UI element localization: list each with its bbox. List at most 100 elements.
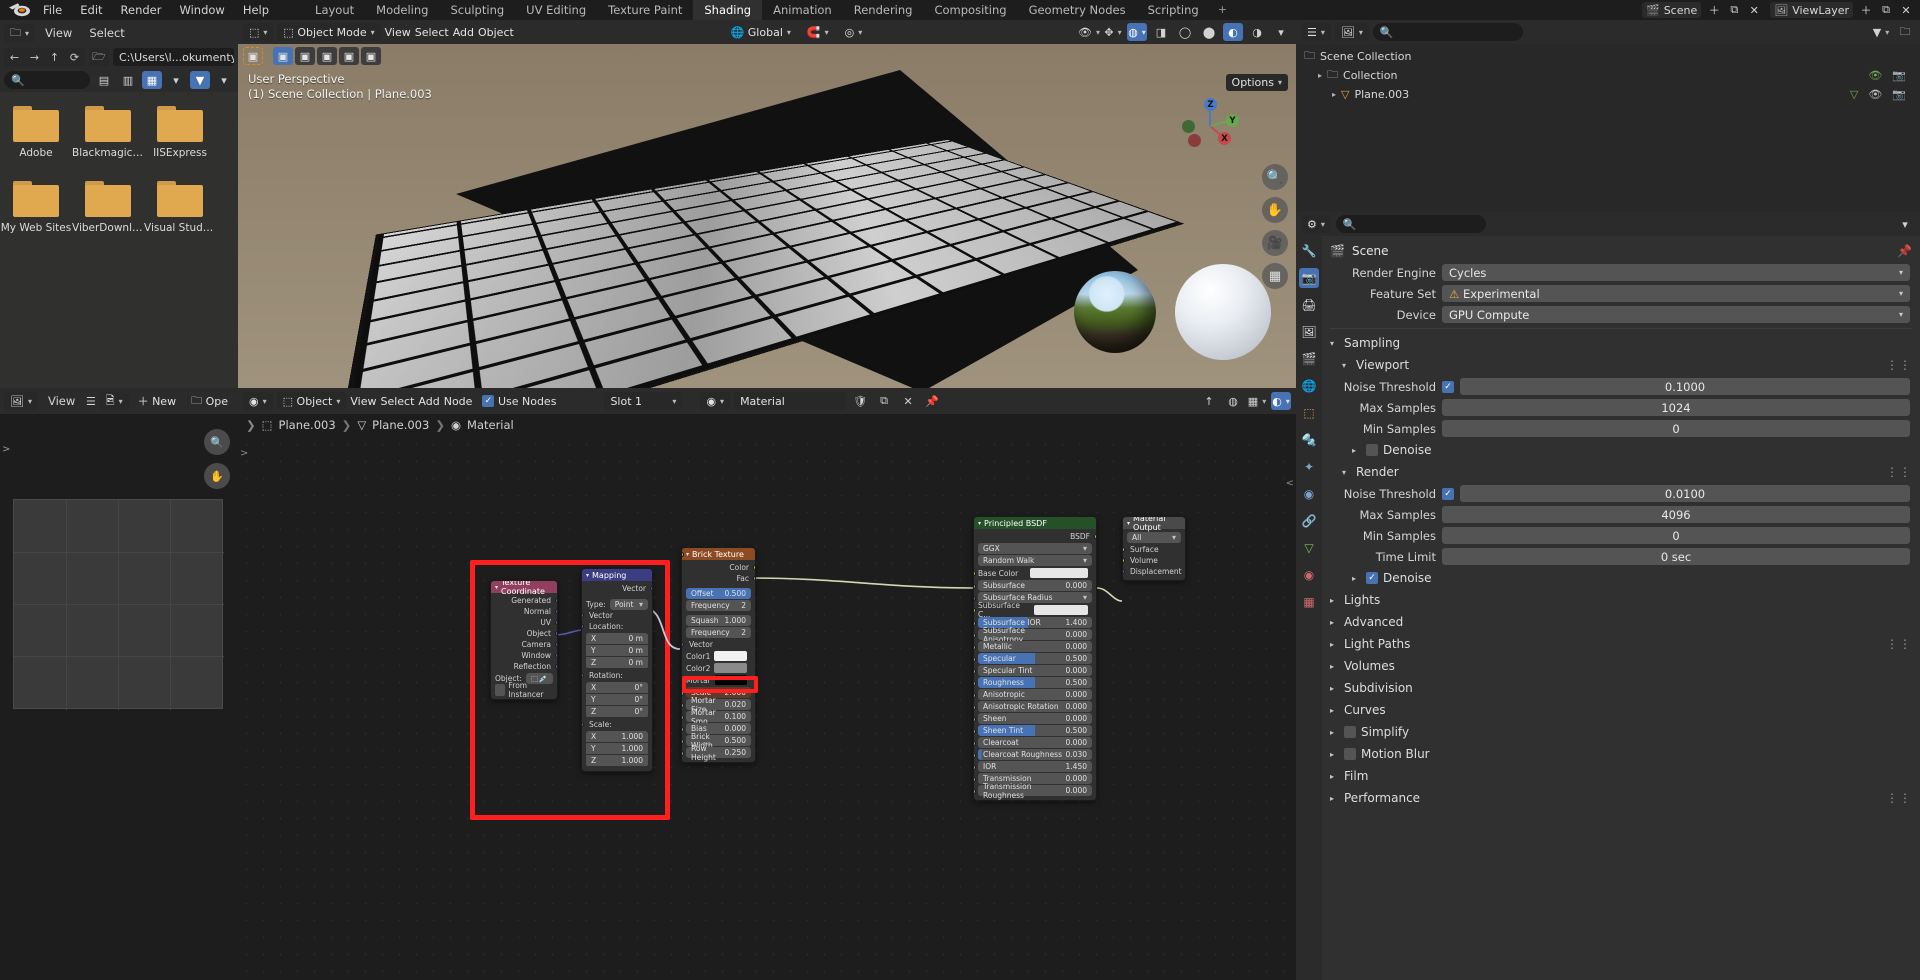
shading-wireframe-icon[interactable]: ◯ <box>1175 23 1195 41</box>
workspace-tab-compositing[interactable]: Compositing <box>923 0 1017 20</box>
tab-constraints[interactable]: 🔗 <box>1299 511 1319 531</box>
image-editor-canvas[interactable]: > 🔍 ✋ <box>0 414 238 980</box>
section-render-denoise[interactable]: ▸ ✓ Denoise <box>1322 567 1920 589</box>
socket-metallic[interactable] <box>973 645 976 650</box>
socket-row[interactable]: Vector <box>582 610 652 621</box>
device-dropdown[interactable]: GPU Compute▾ <box>1442 306 1910 323</box>
select-extend-icon[interactable]: ▣ <box>295 47 315 65</box>
refresh-icon[interactable]: ⟳ <box>65 49 84 66</box>
editor-type-selector-image[interactable]: 🖼▾ <box>4 392 38 410</box>
scene-selector[interactable]: 🎬 Scene <box>1642 2 1701 18</box>
socket-ior[interactable] <box>973 765 976 770</box>
viewport-options-button[interactable]: Options▾ <box>1226 74 1288 91</box>
section-light-paths[interactable]: ▸ Light Paths ⋮⋮ <box>1322 633 1920 655</box>
tab-object[interactable]: ⬚ <box>1299 403 1319 423</box>
blender-logo-icon[interactable] <box>8 2 34 18</box>
type-dropdown[interactable]: Point▾ <box>610 599 648 610</box>
checkbox-icon[interactable]: ✓ <box>1442 488 1454 500</box>
collapse-chevron-icon[interactable]: ▾ <box>686 551 689 558</box>
file-item[interactable]: Blackmagic ... <box>72 106 144 159</box>
squash-frequency-field[interactable]: Frequency2 <box>686 627 751 638</box>
disable-in-render-icon[interactable]: 📷 <box>1892 88 1906 101</box>
scale-y-field[interactable]: Y1.000 <box>586 743 648 754</box>
section-viewport-sampling[interactable]: ▾ Viewport ⋮⋮ <box>1322 354 1920 376</box>
socket-vector-in[interactable] <box>681 642 684 647</box>
fb-menu-view[interactable]: View <box>38 24 79 42</box>
workspace-tab-shading[interactable]: Shading <box>693 0 762 20</box>
disable-in-render-icon[interactable]: 📷 <box>1892 69 1906 82</box>
tab-output[interactable]: 🖨 <box>1299 295 1319 315</box>
display-mode-vertical-list-icon[interactable]: ▤ <box>94 71 114 89</box>
file-item[interactable]: IISExpress <box>144 106 216 159</box>
expand-chevron-icon[interactable]: ▸ <box>1330 662 1339 671</box>
socket-row[interactable]: Normal <box>491 606 557 617</box>
vp-menu-add[interactable]: Add <box>453 26 474 39</box>
expand-chevron-icon[interactable]: ▸ <box>1330 618 1339 627</box>
editor-type-selector-outliner[interactable]: ☰▾ <box>1301 23 1331 41</box>
outliner-search-input[interactable]: 🔍 <box>1373 23 1523 41</box>
socket-location[interactable] <box>581 624 584 629</box>
socket-fac-out[interactable] <box>753 576 756 581</box>
image-options-icon[interactable]: ☰ <box>85 392 96 410</box>
offset-frequency-field[interactable]: Frequency2 <box>686 600 751 611</box>
vp-menu-select[interactable]: Select <box>415 26 449 39</box>
shading-chevron-icon[interactable]: ▾ <box>1271 23 1291 41</box>
subsurface-anisotropy-field[interactable]: Subsurface Anisotropy0.000 <box>978 629 1092 640</box>
squash-field[interactable]: Squash1.000 <box>686 615 751 626</box>
sh-menu-node[interactable]: Node <box>444 395 473 408</box>
clearcoat-field[interactable]: Clearcoat0.000 <box>978 737 1092 748</box>
expand-chevron-icon[interactable]: ▸ <box>1330 706 1339 715</box>
file-browser-body[interactable]: Adobe Blackmagic ... IISExpress My Web S… <box>0 92 238 388</box>
filter-chevron-icon[interactable]: ▾ <box>214 71 234 89</box>
viewport-noise-threshold-field[interactable]: 0.1000 <box>1460 378 1910 395</box>
new-folder-icon[interactable]: 🗁 <box>89 48 109 66</box>
visibility-dropdown-icon[interactable]: 👁▾ <box>1079 23 1099 41</box>
editor-type-selector-filebrowser[interactable]: 🗀▾ <box>4 24 35 42</box>
socket-normal[interactable] <box>555 609 558 614</box>
preset-dots-icon[interactable]: ⋮⋮ <box>1886 791 1912 805</box>
proportional-edit-button[interactable]: ◎▾ <box>839 23 869 41</box>
node-header[interactable]: ▾ Mapping <box>582 569 652 581</box>
rotation-y-field[interactable]: Y0° <box>586 694 648 705</box>
location-y-field[interactable]: Y0 m <box>586 645 648 656</box>
copy-scene-button[interactable]: ⧉ <box>1724 1 1744 19</box>
sh-menu-view[interactable]: View <box>350 395 376 408</box>
sheen-field[interactable]: Sheen0.000 <box>978 713 1092 724</box>
mesh-data-icon[interactable]: ▽ <box>1850 88 1858 101</box>
render-noise-threshold-field[interactable]: 0.0100 <box>1460 485 1910 502</box>
file-item[interactable]: Adobe <box>0 106 72 159</box>
gizmo-axis-y-neg[interactable] <box>1182 120 1195 133</box>
section-volumes[interactable]: ▸ Volumes <box>1322 655 1920 677</box>
socket-row[interactable]: Reflection <box>491 661 557 672</box>
menu-window[interactable]: Window <box>170 0 233 20</box>
vp-menu-view[interactable]: View <box>385 26 411 39</box>
pin-icon[interactable]: 📌 <box>922 392 942 410</box>
transform-gizmo-icon[interactable]: ▣ <box>243 47 263 65</box>
color1-swatch[interactable] <box>714 651 747 661</box>
snap-node-icon[interactable]: ↑ <box>1199 392 1219 410</box>
node-header[interactable]: ▾ Principled BSDF <box>974 517 1096 529</box>
expand-chevron-icon[interactable]: ▸ <box>1330 596 1339 605</box>
row-render-min-samples[interactable]: Min Samples 0 <box>1322 525 1920 546</box>
node-grid-icon[interactable]: ▦▾ <box>1247 392 1267 410</box>
expand-chevron-icon[interactable]: ▾ <box>1330 339 1339 348</box>
socket-transmission-roughness[interactable] <box>973 789 976 794</box>
select-subtract-icon[interactable]: ▣ <box>317 47 337 65</box>
row-device[interactable]: Device GPU Compute▾ <box>1322 304 1920 325</box>
section-viewport-denoise[interactable]: ▸ Denoise <box>1322 439 1920 461</box>
checkbox-icon[interactable] <box>1344 726 1356 738</box>
socket-row[interactable]: Vector <box>682 639 755 650</box>
expand-chevron-icon[interactable]: ▸ <box>1352 446 1361 455</box>
hide-in-viewport-icon[interactable]: 👁 <box>1868 88 1882 101</box>
rotation-x-field[interactable]: X0° <box>586 682 648 693</box>
rotation-label-row[interactable]: Rotation: <box>582 670 652 681</box>
tab-scene[interactable]: 🎬 <box>1299 349 1319 369</box>
expand-chevron-icon[interactable]: ▸ <box>1330 772 1339 781</box>
preset-dots-icon[interactable]: ⋮⋮ <box>1886 358 1912 372</box>
open-image-button[interactable]: 🗀 Ope <box>185 392 234 410</box>
expand-chevron-icon[interactable]: ▸ <box>1330 728 1339 737</box>
image-datablock-selector[interactable]: 🖻▾ <box>100 392 129 410</box>
pin-icon[interactable]: 📌 <box>1897 244 1912 258</box>
shading-material-preview-icon[interactable]: ◐ <box>1223 23 1243 41</box>
anisotropic-rotation-field[interactable]: Anisotropic Rotation0.000 <box>978 701 1092 712</box>
